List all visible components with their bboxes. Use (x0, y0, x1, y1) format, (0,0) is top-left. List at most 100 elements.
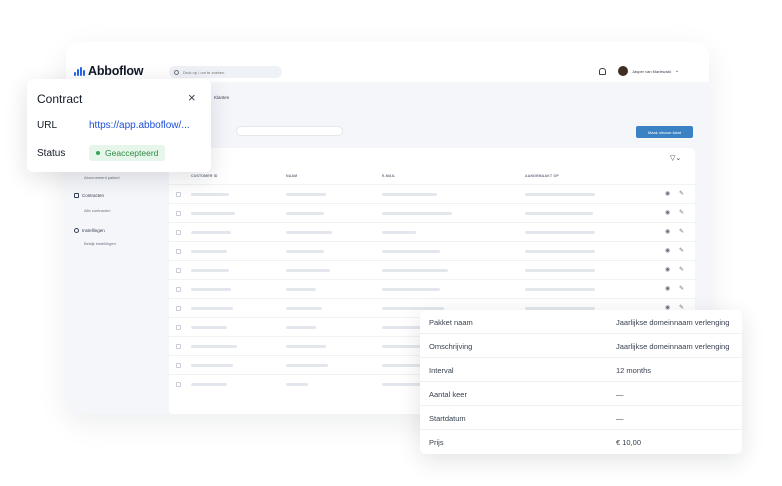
sidebar-group-contracts[interactable]: Contracten (74, 193, 104, 198)
redacted-cell (382, 212, 452, 215)
redacted-cell (191, 383, 227, 386)
column-header[interactable]: AANGEMAAKT OP (525, 174, 559, 178)
table-row[interactable]: ◉ ✎ (169, 241, 695, 260)
table-row[interactable]: ◉ ✎ (169, 279, 695, 298)
contract-url-link[interactable]: https://app.abboflow/... (89, 120, 190, 131)
redacted-cell (286, 307, 322, 310)
view-icon[interactable]: ◉ (665, 190, 670, 197)
status-value: Geaccepteerd (105, 148, 159, 158)
redacted-cell (382, 269, 448, 272)
detail-label: Prijs (429, 438, 444, 447)
redacted-cell (286, 193, 326, 196)
edit-icon[interactable]: ✎ (679, 228, 684, 235)
edit-icon[interactable]: ✎ (679, 209, 684, 216)
detail-label: Pakket naam (429, 318, 473, 327)
redacted-cell (525, 250, 595, 253)
avatar (618, 66, 628, 76)
edit-icon[interactable]: ✎ (679, 190, 684, 197)
table-row[interactable]: ◉ ✎ (169, 222, 695, 241)
redacted-cell (191, 231, 231, 234)
user-name: Jasper van Marlewald (632, 68, 671, 74)
detail-label: Interval (429, 366, 454, 375)
detail-row: Pakket naam Jaarlijkse domeinnaam verlen… (420, 310, 742, 334)
detail-label: Aantal keer (429, 390, 467, 399)
redacted-cell (286, 383, 308, 386)
redacted-cell (191, 364, 233, 367)
table-search-input[interactable] (236, 126, 343, 136)
sidebar-item-all-contracts[interactable]: Alle contracten (84, 208, 110, 213)
row-checkbox[interactable] (176, 268, 181, 273)
search-input[interactable] (183, 69, 273, 75)
sidebar-group-settings[interactable]: Instellingen (74, 228, 105, 233)
row-checkbox[interactable] (176, 344, 181, 349)
column-header[interactable]: NAAM (286, 174, 297, 178)
edit-icon[interactable]: ✎ (679, 266, 684, 273)
user-menu[interactable]: Jasper van Marlewald ⌄ (618, 66, 679, 76)
logo[interactable]: Abboflow (74, 64, 144, 78)
redacted-cell (382, 345, 422, 348)
status-badge: Geaccepteerd (89, 145, 166, 161)
view-icon[interactable]: ◉ (665, 247, 670, 254)
redacted-cell (286, 212, 324, 215)
redacted-cell (525, 269, 595, 272)
redacted-cell (286, 288, 316, 291)
row-checkbox[interactable] (176, 287, 181, 292)
sidebar-item-subscription-package[interactable]: Abonnement pakket (84, 175, 120, 180)
row-checkbox[interactable] (176, 325, 181, 330)
row-checkbox[interactable] (176, 230, 181, 235)
edit-icon[interactable]: ✎ (679, 247, 684, 254)
redacted-cell (286, 345, 326, 348)
detail-row: Prijs € 10,00 (420, 430, 742, 454)
redacted-cell (525, 212, 593, 215)
row-checkbox[interactable] (176, 382, 181, 387)
status-dot-icon (96, 151, 100, 155)
redacted-cell (286, 250, 324, 253)
table-row[interactable]: ◉ ✎ (169, 260, 695, 279)
edit-icon (74, 193, 79, 198)
redacted-cell (286, 364, 328, 367)
new-client-button[interactable]: Maak nieuwe klant (636, 126, 693, 138)
global-search[interactable] (169, 66, 282, 78)
row-checkbox[interactable] (176, 363, 181, 368)
detail-value: € 10,00 (616, 438, 642, 447)
view-icon[interactable]: ◉ (665, 209, 670, 216)
redacted-cell (191, 307, 233, 310)
redacted-cell (382, 250, 440, 253)
url-label: URL (37, 120, 58, 131)
redacted-cell (525, 288, 595, 291)
redacted-cell (382, 193, 437, 196)
view-icon[interactable]: ◉ (665, 285, 670, 292)
sidebar-group-label: Contracten (82, 193, 105, 198)
row-checkbox[interactable] (176, 306, 181, 311)
bell-icon[interactable] (599, 68, 606, 75)
popup-title: Contract (37, 92, 83, 106)
row-checkbox[interactable] (176, 211, 181, 216)
row-checkbox[interactable] (176, 249, 181, 254)
row-checkbox[interactable] (176, 192, 181, 197)
redacted-cell (382, 383, 422, 386)
edit-icon[interactable]: ✎ (679, 285, 684, 292)
chevron-down-icon: ⌄ (674, 68, 680, 74)
search-icon (174, 69, 179, 75)
view-icon[interactable]: ◉ (665, 228, 670, 235)
status-label: Status (37, 148, 66, 159)
redacted-cell (382, 364, 422, 367)
close-icon[interactable]: × (188, 91, 196, 104)
gear-icon (74, 228, 79, 233)
column-header[interactable]: E-MAIL (382, 174, 395, 178)
table-row[interactable]: ◉ ✎ (169, 203, 695, 222)
detail-row: Startdatum — (420, 406, 742, 430)
sidebar-item-view-settings[interactable]: Bekijk instellingen (84, 241, 116, 246)
filter-icon[interactable]: ▽⌄ (670, 154, 681, 162)
view-icon[interactable]: ◉ (665, 266, 670, 273)
detail-value: 12 months (616, 366, 652, 375)
redacted-cell (286, 269, 330, 272)
column-header[interactable]: CUSTOMER ID (191, 174, 218, 178)
redacted-cell (191, 326, 227, 329)
redacted-cell (191, 193, 229, 196)
table-row[interactable]: ◉ ✎ (169, 184, 695, 203)
redacted-cell (191, 250, 227, 253)
detail-row: Aantal keer — (420, 382, 742, 406)
stage: Abboflow Jasper van Marlewald ⌄ Abonneme… (0, 0, 782, 486)
logo-text: Abboflow (88, 64, 144, 78)
